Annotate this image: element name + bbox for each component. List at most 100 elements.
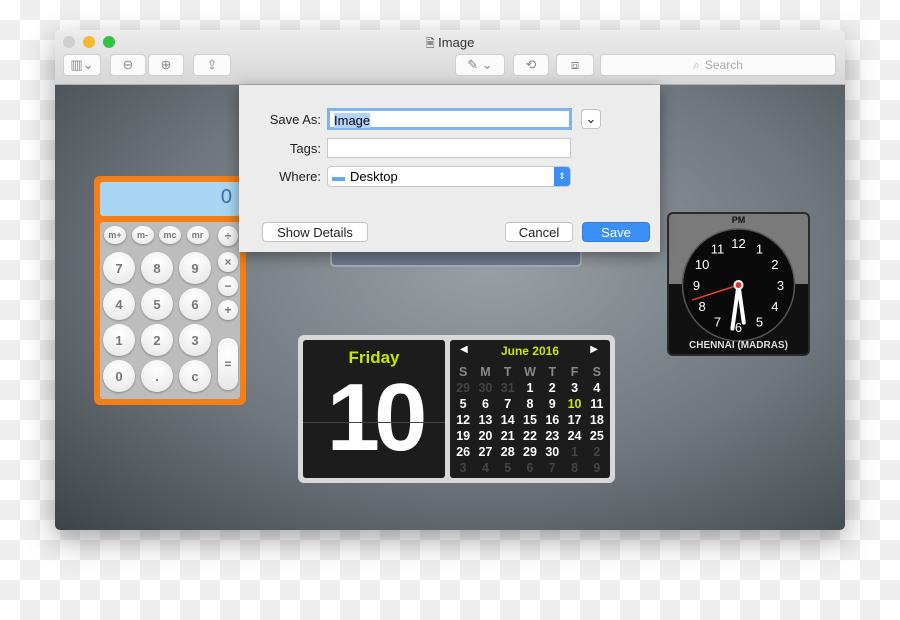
sidebar-button[interactable]: ▥⌄: [63, 54, 101, 76]
cancel-button[interactable]: Cancel: [505, 222, 573, 242]
day-cell[interactable]: 5: [452, 397, 474, 411]
day-cell[interactable]: 17: [563, 413, 585, 427]
weekday-header: W: [524, 365, 536, 379]
digit-key[interactable]: 1: [103, 324, 135, 356]
digit-key[interactable]: .: [141, 360, 173, 392]
day-cell[interactable]: 8: [519, 397, 541, 411]
day-cell[interactable]: 13: [474, 413, 496, 427]
window-title: 🗎 Image: [425, 35, 475, 50]
operator-key[interactable]: ×: [218, 252, 238, 272]
save-as-input[interactable]: Image: [327, 108, 572, 130]
clock-number: 6: [735, 320, 742, 335]
day-cell[interactable]: 22: [519, 429, 541, 443]
zoom-out-button[interactable]: ⊖: [110, 54, 146, 76]
day-cell[interactable]: 11: [586, 397, 608, 411]
calendar-grid: S M T W T F S 29 30 31 1 2 3 4 5 6 7 8 9 10 11 12 13 14 15 16 17 18…: [452, 365, 608, 475]
memory-key[interactable]: m+: [104, 226, 126, 244]
day-cell[interactable]: 16: [541, 413, 563, 427]
digit-key[interactable]: 7: [103, 252, 135, 284]
day-cell[interactable]: 1: [519, 381, 541, 395]
operator-key[interactable]: +: [218, 300, 238, 320]
day-cell[interactable]: 3: [452, 461, 474, 475]
digit-key[interactable]: 5: [141, 288, 173, 320]
share-button[interactable]: ⇪: [193, 54, 231, 76]
day-cell[interactable]: 8: [563, 461, 585, 475]
digit-key[interactable]: 3: [179, 324, 211, 356]
title-bar: 🗎 Image ▥⌄ ⊖ ⊕ ⇪ ✎ ⌄ ⟲ ⧈ ⌕ Search: [55, 30, 845, 85]
day-cell[interactable]: 18: [586, 413, 608, 427]
day-panel: Friday 10: [303, 340, 445, 478]
weekday-header: S: [592, 365, 602, 379]
chevron-down-icon: ⌄: [585, 111, 597, 126]
operator-key[interactable]: ÷: [218, 226, 238, 246]
memory-key[interactable]: m-: [131, 226, 154, 244]
day-cell[interactable]: 26: [452, 445, 474, 459]
day-cell[interactable]: 3: [563, 381, 585, 395]
day-cell[interactable]: 6: [474, 397, 496, 411]
day-cell[interactable]: 24: [563, 429, 585, 443]
digit-key[interactable]: 8: [141, 252, 173, 284]
save-as-label: Save As:: [269, 112, 321, 127]
operator-key[interactable]: −: [218, 276, 238, 296]
memory-key[interactable]: mc: [159, 226, 181, 244]
day-cell[interactable]: 29: [519, 445, 541, 459]
day-cell[interactable]: 12: [452, 413, 474, 427]
day-cell[interactable]: 21: [497, 429, 519, 443]
calculator-keypad: m+ m-mc mr 7 8 9 4 5 6 1 2 3 0. c ÷ × − + =: [100, 222, 240, 399]
search-input[interactable]: ⌕ Search: [600, 54, 836, 76]
toolbox-button[interactable]: ⧈: [556, 54, 594, 76]
day-cell[interactable]: 6: [519, 461, 541, 475]
day-cell[interactable]: 4: [474, 461, 496, 475]
day-cell[interactable]: 14: [497, 413, 519, 427]
digit-key[interactable]: 4: [103, 288, 135, 320]
save-button[interactable]: Save: [582, 222, 650, 242]
day-cell[interactable]: 2: [586, 445, 608, 459]
day-cell[interactable]: 30: [541, 445, 563, 459]
weekday-header: M: [480, 365, 491, 379]
day-cell[interactable]: 9: [541, 397, 563, 411]
equals-key[interactable]: =: [218, 338, 238, 390]
day-cell[interactable]: 15: [519, 413, 541, 427]
where-select[interactable]: ▬ Desktop ⇕: [327, 166, 571, 187]
day-cell[interactable]: 30: [474, 381, 496, 395]
show-details-button[interactable]: Show Details: [262, 222, 368, 242]
zoom-out-icon: ⊖: [122, 57, 134, 72]
day-cell[interactable]: 31: [497, 381, 519, 395]
markup-button[interactable]: ✎ ⌄: [455, 54, 505, 76]
day-cell[interactable]: 27: [474, 445, 496, 459]
calculator-display: 0: [100, 182, 240, 216]
day-cell[interactable]: 19: [452, 429, 474, 443]
expand-dialog-button[interactable]: ⌄: [581, 109, 601, 129]
zoom-in-icon: ⊕: [160, 57, 172, 72]
digit-key[interactable]: 6: [179, 288, 211, 320]
next-month-icon[interactable]: ▶: [590, 344, 598, 355]
day-cell[interactable]: 23: [541, 429, 563, 443]
day-cell[interactable]: 7: [541, 461, 563, 475]
calendar-widget: Friday 10 ◀ June 2016 ▶ S M T W T F S 29 30 31 1 2 3…: [298, 335, 615, 483]
clock-number: 11: [711, 242, 725, 257]
day-cell[interactable]: 28: [497, 445, 519, 459]
where-label: Where:: [279, 169, 321, 184]
day-cell[interactable]: 20: [474, 429, 496, 443]
day-cell[interactable]: 1: [563, 445, 585, 459]
day-cell[interactable]: 29: [452, 381, 474, 395]
day-cell[interactable]: 2: [541, 381, 563, 395]
digit-key[interactable]: c: [179, 360, 211, 392]
rotate-button[interactable]: ⟲: [513, 54, 549, 76]
today-cell[interactable]: 10: [563, 397, 585, 411]
markup-pen-icon: ✎ ⌄: [467, 57, 493, 72]
day-cell[interactable]: 9: [586, 461, 608, 475]
digit-key[interactable]: 9: [179, 252, 211, 284]
memory-key[interactable]: mr: [186, 226, 209, 244]
day-cell[interactable]: 4: [586, 381, 608, 395]
preview-window: 🗎 Image ▥⌄ ⊖ ⊕ ⇪ ✎ ⌄ ⟲ ⧈ ⌕ Search 0 m+ m-m…: [55, 30, 845, 530]
digit-key[interactable]: 0: [103, 360, 135, 392]
month-panel: ◀ June 2016 ▶ S M T W T F S 29 30 31 1 2 3 4 5 6 7 8 9 10 11…: [450, 340, 610, 478]
day-cell[interactable]: 5: [497, 461, 519, 475]
digit-key[interactable]: 2: [141, 324, 173, 356]
day-cell[interactable]: 7: [497, 397, 519, 411]
day-cell[interactable]: 25: [586, 429, 608, 443]
tags-input[interactable]: [327, 138, 571, 158]
clock-pin-center: [735, 282, 742, 288]
zoom-in-button[interactable]: ⊕: [148, 54, 184, 76]
